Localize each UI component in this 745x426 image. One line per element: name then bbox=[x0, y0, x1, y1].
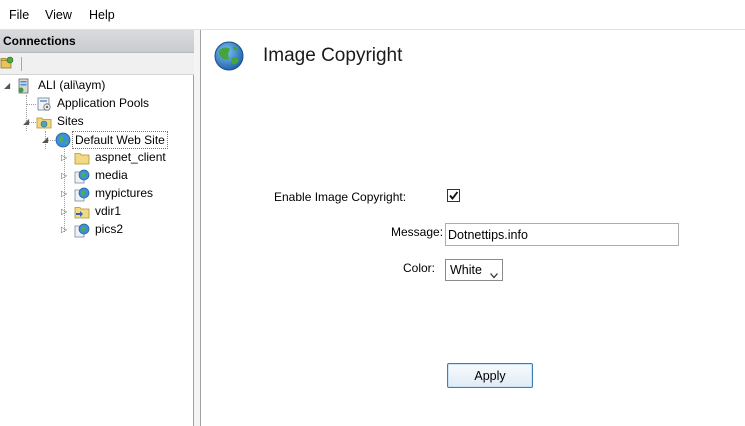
tree-label-child: aspnet_client bbox=[95, 150, 166, 164]
globe-icon bbox=[213, 40, 245, 72]
server-icon bbox=[16, 78, 32, 94]
expand-icon[interactable]: ▷ bbox=[61, 225, 69, 234]
expand-icon[interactable]: ▷ bbox=[61, 153, 69, 162]
application-globe-icon bbox=[74, 222, 90, 238]
tree-node-child[interactable]: ▷ mypictures bbox=[0, 185, 194, 203]
tree-node-child[interactable]: ▷ pics2 bbox=[0, 221, 194, 239]
page-title: Image Copyright bbox=[263, 45, 403, 66]
tree-node-child[interactable]: ▷ aspnet_client bbox=[0, 149, 194, 167]
menu-view[interactable]: View bbox=[43, 8, 74, 22]
color-label: Color: bbox=[403, 261, 436, 275]
tree-node-child[interactable]: ▷ media bbox=[0, 167, 194, 185]
tree-node-sites[interactable]: ◢ Sites bbox=[0, 113, 194, 131]
app-pools-icon bbox=[36, 96, 52, 112]
tree-label-child: vdir1 bbox=[95, 204, 122, 218]
enable-copyright-checkbox[interactable] bbox=[447, 189, 460, 202]
message-input[interactable] bbox=[445, 223, 679, 246]
connect-icon[interactable] bbox=[0, 56, 14, 70]
tree-node-default-web-site[interactable]: ◢ Default Web Site bbox=[0, 131, 194, 149]
collapse-icon[interactable]: ◢ bbox=[42, 135, 50, 144]
toolbar-separator bbox=[21, 57, 22, 71]
connections-pane: Connections ◢ ALI (ali\aym) Application … bbox=[0, 30, 194, 426]
tree-label-sites: Sites bbox=[57, 114, 84, 128]
pane-splitter[interactable] bbox=[194, 30, 201, 426]
tree-label-child: media bbox=[95, 168, 128, 182]
collapse-icon[interactable]: ◢ bbox=[23, 117, 31, 126]
application-globe-icon bbox=[74, 168, 90, 184]
connections-header: Connections bbox=[0, 30, 194, 53]
apply-button[interactable]: Apply bbox=[447, 363, 533, 388]
color-select-value: White bbox=[450, 263, 482, 277]
connections-toolbar bbox=[0, 53, 194, 75]
menu-help[interactable]: Help bbox=[87, 8, 117, 22]
connections-title: Connections bbox=[3, 34, 76, 48]
color-select[interactable]: White bbox=[445, 259, 503, 281]
tree-node-child[interactable]: ▷ vdir1 bbox=[0, 203, 194, 221]
message-label: Message: bbox=[391, 225, 444, 239]
expand-icon[interactable]: ▷ bbox=[61, 189, 69, 198]
application-globe-icon bbox=[74, 186, 90, 202]
virtual-directory-icon bbox=[74, 204, 90, 220]
enable-copyright-label: Enable Image Copyright: bbox=[274, 190, 407, 204]
tree-label-server: ALI (ali\aym) bbox=[38, 78, 106, 92]
tree-node-server[interactable]: ◢ ALI (ali\aym) bbox=[0, 77, 194, 95]
menu-file[interactable]: File bbox=[7, 8, 31, 22]
tree-label-app-pools: Application Pools bbox=[57, 96, 150, 110]
feature-pane: Image Copyright Enable Image Copyright: … bbox=[201, 30, 745, 426]
expand-icon[interactable]: ▷ bbox=[61, 207, 69, 216]
tree-label-child: mypictures bbox=[95, 186, 154, 200]
tree-label-child: pics2 bbox=[95, 222, 124, 236]
folder-icon bbox=[74, 150, 90, 166]
menu-bar: File View Help bbox=[0, 0, 745, 30]
globe-icon bbox=[55, 132, 71, 148]
collapse-icon[interactable]: ◢ bbox=[4, 81, 12, 90]
expand-icon[interactable]: ▷ bbox=[61, 171, 69, 180]
tree-node-app-pools[interactable]: Application Pools bbox=[0, 95, 194, 113]
tree-label-default-web-site: Default Web Site bbox=[72, 131, 168, 149]
chevron-down-icon bbox=[490, 268, 498, 279]
sites-folder-icon bbox=[36, 114, 52, 130]
